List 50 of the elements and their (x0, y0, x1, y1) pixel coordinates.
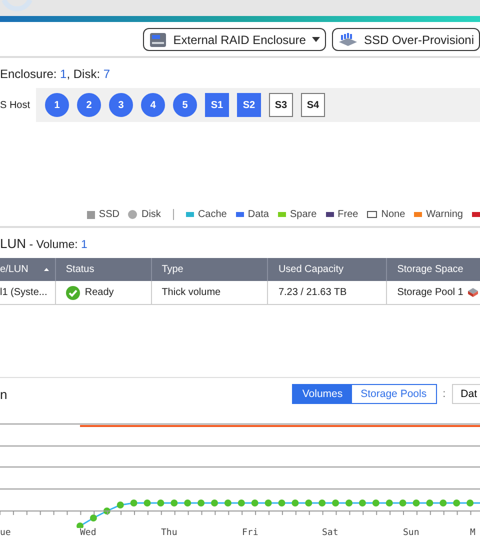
column-header[interactable]: Used Capacity (268, 258, 388, 281)
axis-label: Wed (80, 528, 96, 538)
ssd-slot[interactable]: S3 (269, 93, 293, 117)
legend-label: Spare (290, 209, 317, 220)
disk-slot[interactable]: 4 (141, 93, 165, 117)
drive-icon (149, 32, 168, 48)
host-label: S Host (0, 100, 32, 110)
toggle-tab[interactable]: Volumes (293, 385, 352, 403)
disk-slot[interactable]: 3 (109, 93, 133, 117)
table-cell: Storage Pool 1 (397, 287, 464, 298)
legend-label: None (381, 209, 406, 220)
pool-icon (468, 288, 478, 297)
volume-count: - Volume: 1 (28, 239, 88, 251)
column-header[interactable]: Type (152, 258, 268, 281)
axis-label: Thu (161, 528, 178, 538)
legend-label: SSD (98, 209, 120, 220)
section-title: LUN (0, 236, 26, 251)
ssd-legend-icon (86, 210, 95, 218)
axis-label: Sun (403, 528, 420, 538)
legend-label: Free (338, 209, 358, 220)
disk-summary: Enclosure: 1, Disk: 7 (0, 66, 112, 81)
ssd-icon (338, 32, 358, 48)
column-header[interactable]: Status (56, 258, 152, 281)
legend-swatch (367, 211, 378, 218)
disk-slot[interactable]: 5 (173, 93, 197, 117)
disk-slot[interactable]: 1 (45, 93, 69, 117)
column-header[interactable]: e/LUN (0, 258, 56, 281)
ssd-slot[interactable]: S2 (237, 93, 261, 117)
legend-label: Warning (426, 209, 463, 220)
disk-slot[interactable]: 2 (77, 93, 101, 117)
toolbar-button[interactable]: External RAID Enclosure (143, 28, 326, 51)
table-cell: 7.23 / 21.63 TB (268, 281, 388, 304)
ssd-slot[interactable]: S1 (205, 93, 229, 117)
table-cell: l1 (Syste... (0, 281, 56, 304)
axis-label: ue (0, 528, 11, 538)
axis-label: Fri (242, 528, 258, 538)
legend-label: Disk (141, 209, 161, 220)
legend-label: Data (248, 209, 269, 220)
legend-label: Cache (198, 209, 227, 220)
axis-label: M (470, 528, 476, 538)
section-title: n (0, 386, 8, 402)
toolbar-button[interactable]: SSD Over-Provisioni (332, 28, 480, 51)
dropdown[interactable]: Dat (452, 384, 480, 404)
status-text: Ready (84, 287, 114, 298)
table-cell: Thick volume (152, 281, 268, 304)
disk-legend-icon (128, 210, 138, 219)
column-header[interactable]: Storage Space (387, 258, 480, 281)
axis-label: Sat (322, 528, 338, 538)
separator-text: : (442, 388, 446, 400)
ssd-slot[interactable]: S4 (301, 93, 325, 117)
